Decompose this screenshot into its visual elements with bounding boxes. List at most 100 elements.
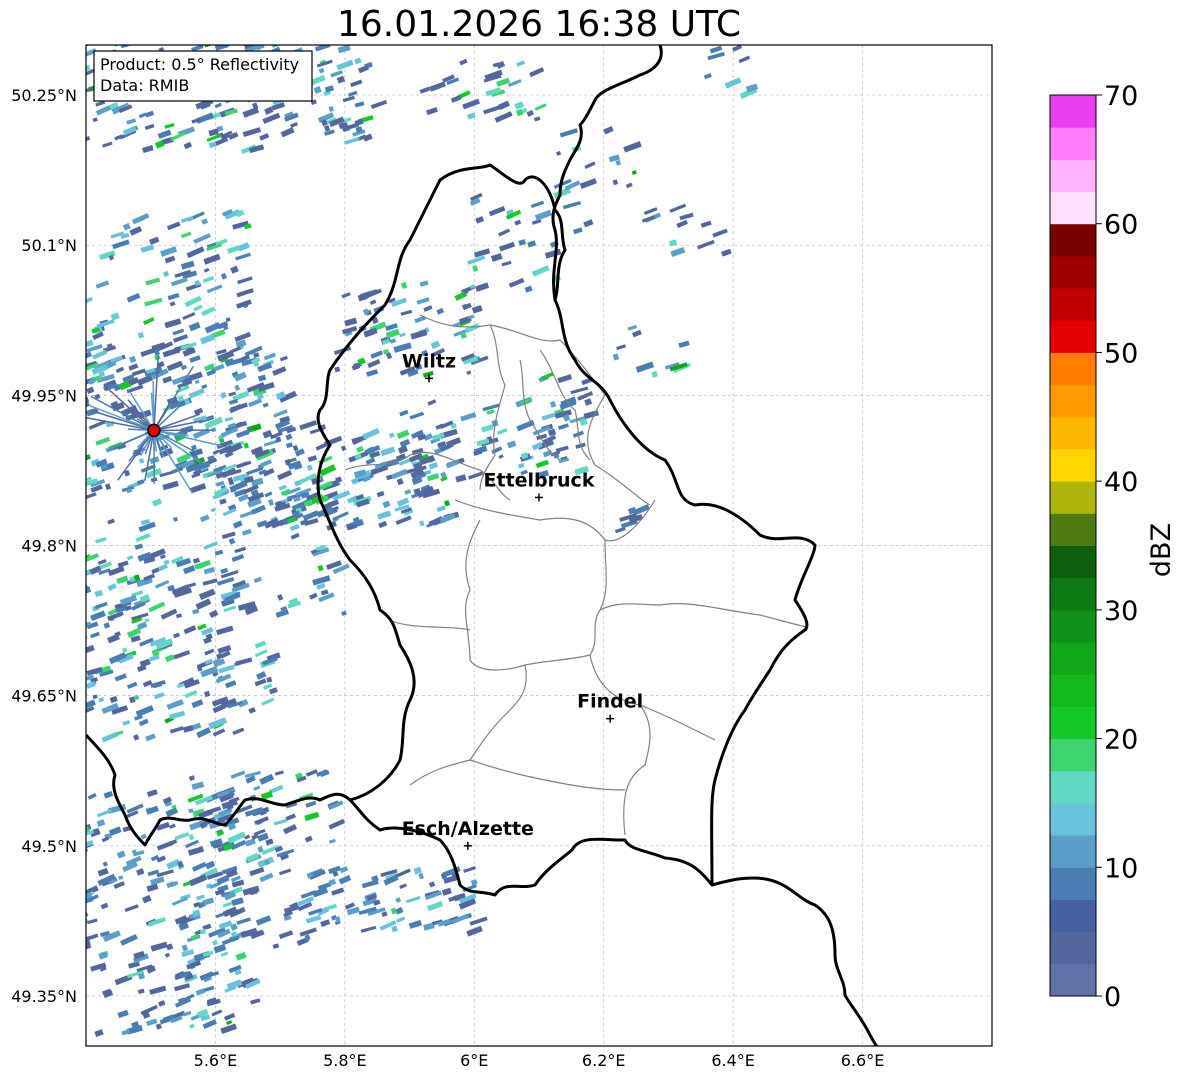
echo-cell bbox=[232, 727, 245, 736]
echo-cell bbox=[278, 484, 287, 491]
echo-cell bbox=[557, 374, 573, 384]
echo-cell bbox=[66, 213, 82, 223]
echo-cell bbox=[71, 361, 78, 367]
echo-cell bbox=[263, 352, 276, 361]
echo-cell bbox=[32, 870, 46, 879]
echo-cell bbox=[508, 277, 525, 288]
echo-cell bbox=[498, 100, 511, 110]
echo-cell bbox=[86, 136, 91, 144]
echo-cell bbox=[584, 161, 596, 169]
echo-cell bbox=[5, 435, 16, 442]
echo-cell bbox=[70, 409, 82, 418]
echo-cell bbox=[669, 203, 687, 213]
echo-cell bbox=[196, 727, 212, 739]
echo-cell bbox=[113, 881, 125, 889]
echo-cell bbox=[172, 632, 181, 639]
echo-cell bbox=[62, 442, 78, 451]
radar-site-icon bbox=[147, 423, 161, 438]
echo-cell bbox=[236, 288, 254, 298]
echo-cell bbox=[0, 48, 2, 56]
colorbar-frame bbox=[1049, 94, 1097, 997]
echo-cell bbox=[212, 449, 220, 455]
echo-cell bbox=[73, 39, 85, 46]
echo-cell bbox=[5, 473, 21, 481]
echo-cell bbox=[13, 359, 23, 366]
echo-cell bbox=[169, 710, 186, 720]
echo-cell bbox=[0, 939, 1, 948]
echo-cell bbox=[34, 803, 52, 812]
echo-cell bbox=[102, 141, 113, 148]
colorbar-label: dBZ bbox=[1146, 523, 1177, 577]
echo-cell bbox=[125, 38, 138, 44]
colorbar-cell bbox=[1050, 577, 1096, 611]
echo-cell bbox=[199, 514, 210, 523]
colorbar-ticks: 0 10 20 30 40 50 60 70 bbox=[1096, 81, 1138, 1013]
echo-cell bbox=[516, 419, 535, 432]
echo-cell bbox=[570, 386, 589, 395]
colorbar-cell bbox=[1050, 481, 1096, 514]
echo-cell bbox=[259, 133, 270, 141]
echo-cell bbox=[1, 410, 19, 421]
echo-cell bbox=[30, 924, 43, 933]
echo-cell bbox=[131, 368, 146, 377]
echo-cell bbox=[369, 299, 377, 306]
echo-cell bbox=[544, 248, 562, 259]
echo-cell bbox=[51, 559, 58, 566]
echo-cell bbox=[76, 469, 86, 477]
echo-cell bbox=[62, 357, 73, 365]
echo-cell bbox=[187, 846, 205, 856]
echo-cell bbox=[95, 436, 111, 446]
echo-cell bbox=[327, 903, 338, 910]
echo-cell bbox=[6, 878, 22, 887]
echo-cell bbox=[0, 45, 7, 52]
echo-cell bbox=[232, 520, 243, 529]
echo-cell bbox=[149, 236, 160, 245]
echo-cell bbox=[13, 908, 23, 914]
echo-cell bbox=[0, 1024, 1, 1034]
colorbar-cell bbox=[1050, 159, 1096, 193]
echo-cell bbox=[30, 802, 38, 809]
echo-cell bbox=[181, 949, 195, 958]
echo-cell bbox=[86, 454, 91, 463]
echo-cell bbox=[78, 363, 85, 369]
echo-cell bbox=[518, 239, 526, 246]
echo-cell bbox=[138, 458, 145, 464]
echo-cell bbox=[170, 880, 179, 887]
echo-cell bbox=[65, 143, 75, 150]
echo-cell bbox=[61, 438, 75, 446]
echo-cell bbox=[145, 805, 159, 815]
echo-cell bbox=[22, 459, 27, 464]
echo-cell bbox=[145, 277, 161, 286]
echo-cell bbox=[43, 120, 51, 127]
x-tick-label: 6°E bbox=[460, 1051, 488, 1070]
echo-cell bbox=[271, 45, 286, 48]
colorbar-cell bbox=[1050, 802, 1096, 836]
echo-cell bbox=[266, 676, 273, 683]
echo-cell bbox=[336, 75, 346, 84]
echo-cell bbox=[524, 285, 533, 293]
echo-cell bbox=[54, 67, 63, 74]
echo-cell bbox=[166, 699, 184, 710]
echo-cell bbox=[235, 952, 247, 961]
echo-cell bbox=[57, 74, 67, 82]
echo-cell bbox=[712, 228, 728, 238]
echo-cell bbox=[339, 866, 349, 874]
echo-cell bbox=[45, 428, 55, 436]
echo-cell bbox=[304, 835, 313, 843]
luxembourg-border bbox=[316, 163, 817, 897]
echo-cell bbox=[340, 445, 347, 452]
echo-cell bbox=[0, 72, 16, 82]
echo-cell bbox=[468, 471, 484, 480]
echo-cell bbox=[65, 625, 79, 633]
echo-cell bbox=[441, 887, 452, 896]
echo-cell bbox=[279, 355, 288, 362]
echo-cell bbox=[30, 307, 48, 317]
echo-cell bbox=[39, 470, 51, 478]
echo-cell bbox=[428, 461, 439, 470]
echo-cell bbox=[52, 263, 59, 269]
echo-cell bbox=[32, 222, 49, 231]
colorbar-cells bbox=[1050, 95, 1096, 997]
echo-cell bbox=[249, 866, 265, 877]
echo-cell bbox=[107, 583, 117, 591]
echo-cell bbox=[362, 427, 380, 440]
